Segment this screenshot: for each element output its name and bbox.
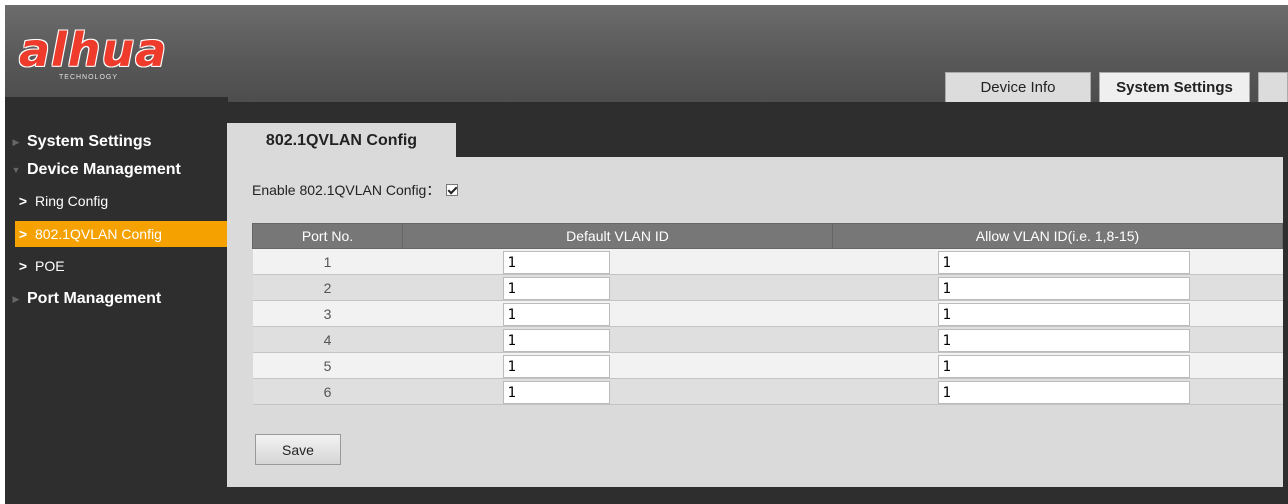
table-row: 2 1 1 (252, 274, 1283, 301)
logo-text: alhua (19, 23, 168, 77)
logo-subtitle: TECHNOLOGY (59, 74, 119, 81)
table-row: 6 1 1 (252, 378, 1283, 405)
table-row: 4 1 1 (252, 326, 1283, 353)
default-vlan-input[interactable]: 1 (502, 381, 610, 404)
sidebar-item-port-management[interactable]: ▶ Port Management (5, 287, 228, 311)
sidebar-item-label: 802.1QVLAN Config (35, 226, 162, 242)
table-row: 3 1 1 (252, 300, 1283, 327)
sidebar: ▶ System Settings ▼ Device Management > … (5, 97, 228, 499)
default-vlan-input[interactable]: 1 (502, 251, 610, 274)
allow-vlan-input[interactable]: 1 (937, 251, 1190, 274)
port-number: 1 (252, 248, 403, 275)
allow-vlan-input[interactable]: 1 (937, 381, 1190, 404)
tab-8021qvlan-config[interactable]: 802.1QVLAN Config (227, 123, 456, 158)
sidebar-item-device-management[interactable]: ▼ Device Management (5, 158, 228, 182)
default-vlan-input[interactable]: 1 (502, 303, 610, 326)
chevron-right-icon: > (18, 193, 27, 209)
chevron-right-icon: > (18, 258, 27, 274)
port-number: 2 (252, 274, 403, 301)
allow-vlan-input[interactable]: 1 (937, 329, 1190, 352)
chevron-right-icon: > (18, 226, 27, 242)
header: alhua TECHNOLOGY Device Info System Sett… (5, 5, 1288, 102)
triangle-right-icon: ▶ (12, 293, 20, 304)
column-header-allow-vlan: Allow VLAN ID(i.e. 1,8-15) (832, 223, 1283, 249)
port-number: 5 (252, 352, 403, 379)
column-header-default-vlan: Default VLAN ID (402, 223, 833, 249)
logo: alhua TECHNOLOGY (19, 27, 219, 87)
sidebar-item-label: Port Management (27, 290, 162, 307)
port-number: 4 (252, 326, 403, 353)
default-vlan-input[interactable]: 1 (502, 277, 610, 300)
table-row: 1 1 1 (252, 248, 1283, 275)
default-vlan-input[interactable]: 1 (502, 329, 610, 352)
sidebar-item-label: System Settings (27, 133, 152, 150)
top-tabs: Device Info System Settings (945, 72, 1288, 102)
save-button[interactable]: Save (255, 434, 341, 465)
tab-overflow[interactable] (1258, 72, 1288, 102)
sidebar-item-poe[interactable]: > POE (5, 254, 228, 278)
sidebar-item-label: Ring Config (35, 193, 109, 209)
port-number: 3 (252, 300, 403, 327)
sidebar-item-label: POE (35, 258, 65, 274)
allow-vlan-input[interactable]: 1 (937, 355, 1190, 378)
table-row: 5 1 1 (252, 352, 1283, 379)
allow-vlan-input[interactable]: 1 (937, 277, 1190, 300)
tab-device-info[interactable]: Device Info (945, 72, 1091, 102)
allow-vlan-input[interactable]: 1 (937, 303, 1190, 326)
default-vlan-input[interactable]: 1 (502, 355, 610, 378)
enable-label: Enable 802.1QVLAN Config： (252, 182, 441, 198)
vlan-table: Port No. Default VLAN ID Allow VLAN ID(i… (252, 223, 1283, 405)
triangle-down-icon: ▼ (11, 165, 21, 175)
enable-checkbox[interactable] (446, 184, 459, 196)
sidebar-item-8021qvlan-config[interactable]: > 802.1QVLAN Config (15, 221, 228, 247)
sidebar-item-system-settings[interactable]: ▶ System Settings (5, 130, 228, 154)
enable-row: Enable 802.1QVLAN Config： (252, 180, 459, 200)
port-number: 6 (252, 378, 403, 405)
triangle-right-icon: ▶ (12, 136, 20, 147)
sidebar-item-label: Device Management (27, 161, 181, 178)
column-header-port-no: Port No. (252, 223, 403, 249)
tab-system-settings[interactable]: System Settings (1099, 72, 1250, 102)
sidebar-item-ring-config[interactable]: > Ring Config (5, 189, 228, 213)
